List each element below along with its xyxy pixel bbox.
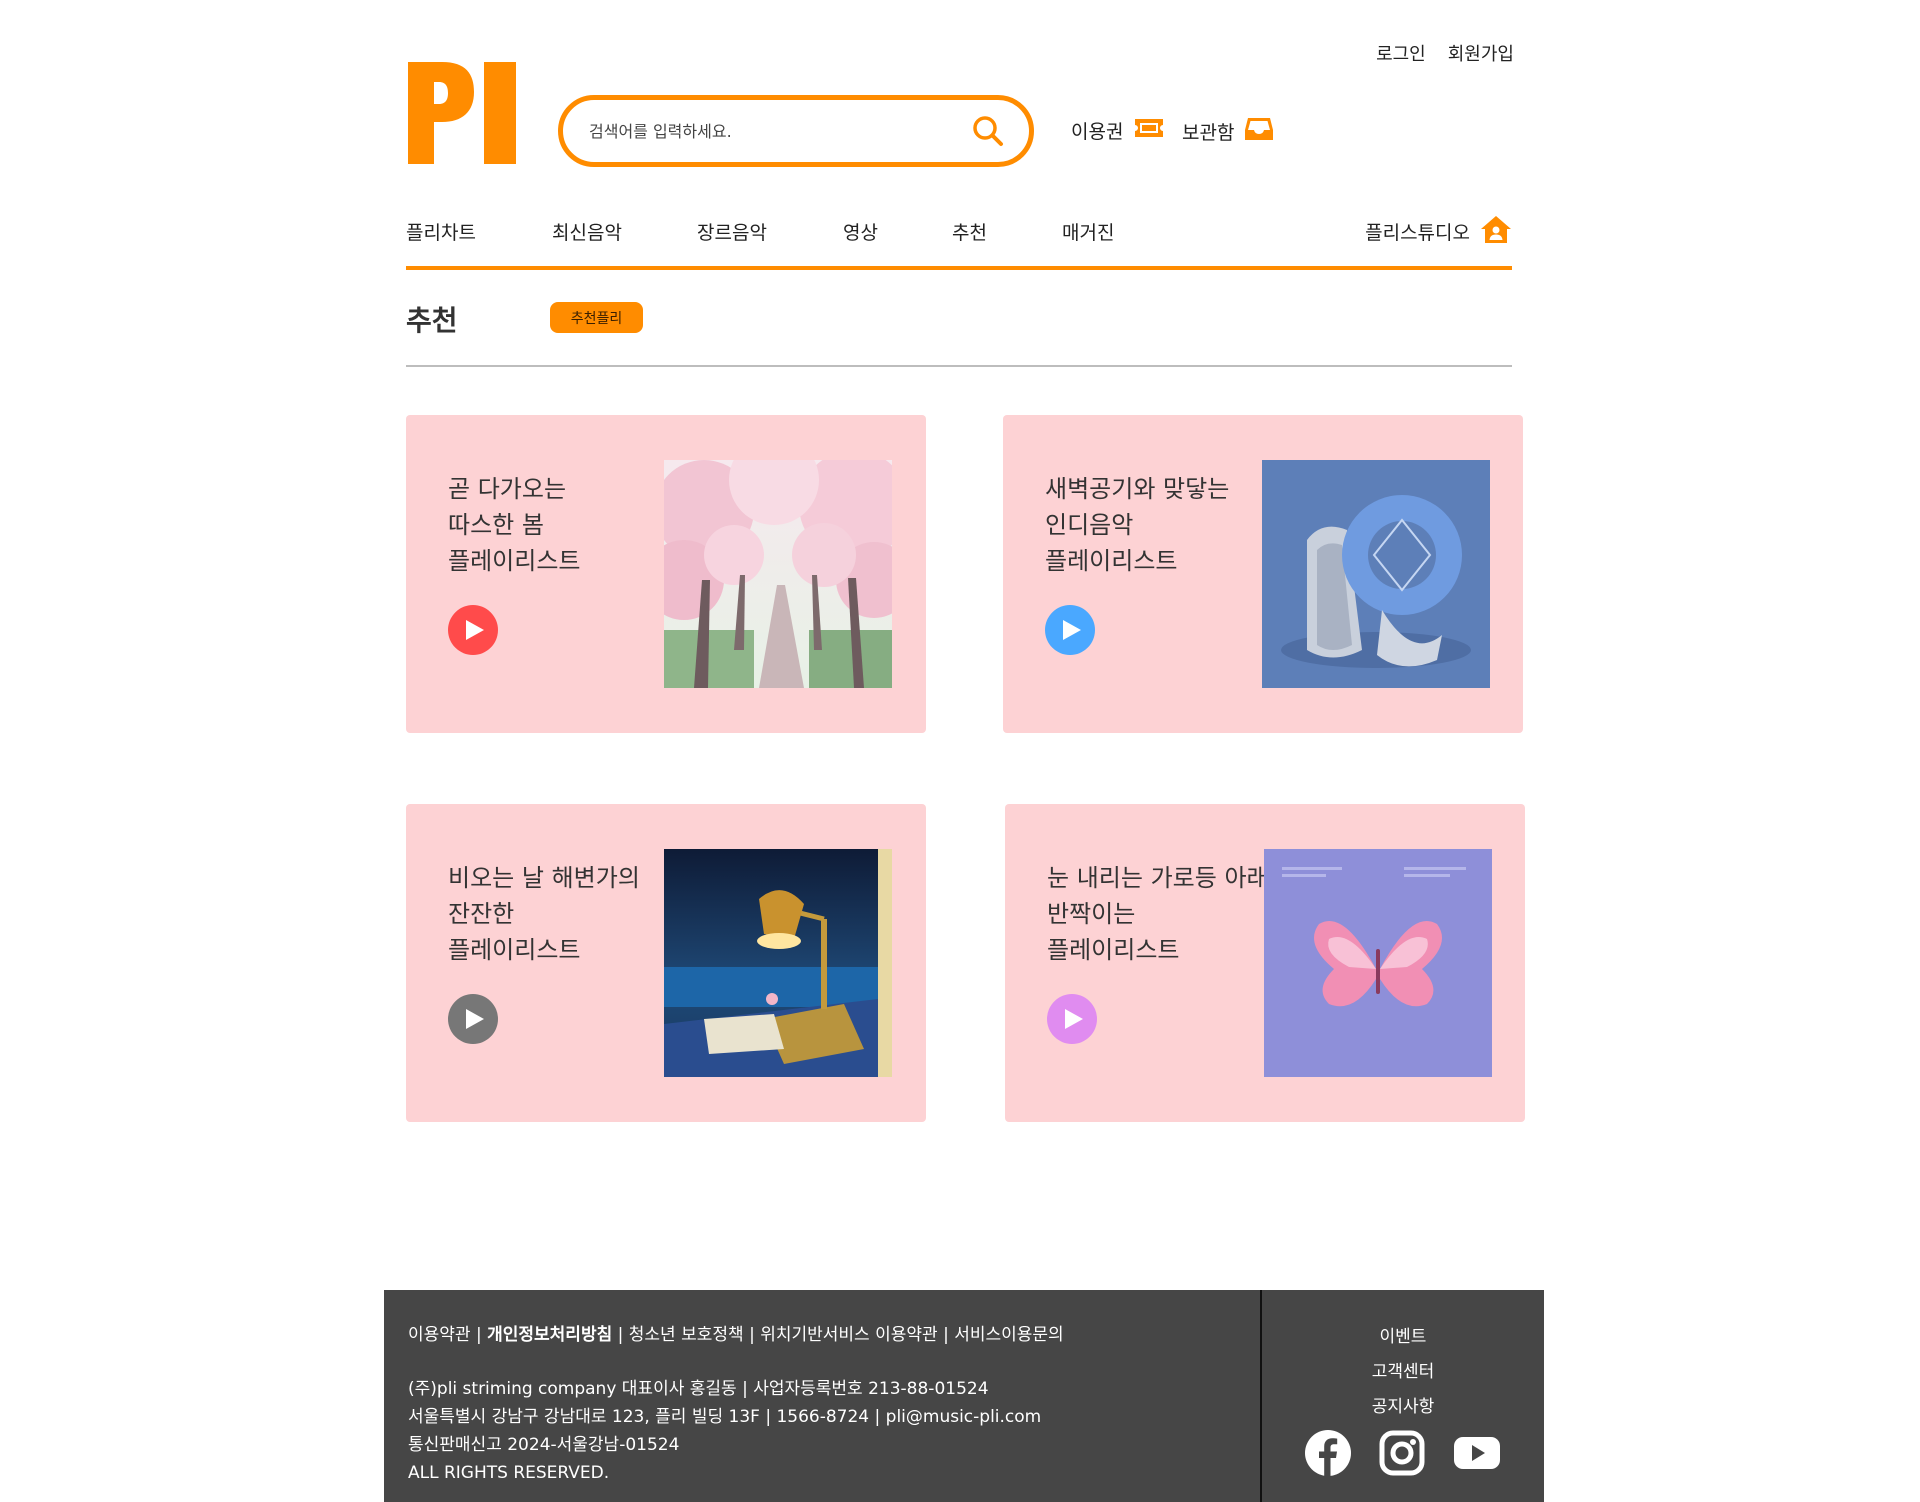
card-line: 비오는 날 해변가의 xyxy=(448,864,640,892)
home-user-icon xyxy=(1480,214,1512,249)
privacy-link-label: 개인정보처리방침 xyxy=(487,1325,613,1345)
section-badge[interactable]: 추천플리 xyxy=(550,302,643,333)
company-info-line: (주)pli striming company 대표이사 홍길동 | 사업자등록… xyxy=(408,1379,989,1399)
ticket-icon xyxy=(1133,116,1165,145)
footer-separator: | xyxy=(937,1325,955,1345)
nav-item-new-music[interactable]: 최신음악 xyxy=(552,218,622,245)
sculpture-album-art xyxy=(1262,460,1490,688)
card-text: 곧 다가오는 따스한 봄 플레이리스트 xyxy=(448,471,580,579)
pass-link[interactable]: 이용권 xyxy=(1071,116,1165,145)
nav-item-studio[interactable]: 플리스튜디오 xyxy=(1365,214,1512,249)
nav-item-chart[interactable]: 플리차트 xyxy=(406,218,476,245)
footer-separator: | xyxy=(743,1325,761,1345)
card-line: 인디음악 xyxy=(1045,511,1134,539)
youtube-icon[interactable] xyxy=(1453,1430,1501,1480)
playlist-card-indie[interactable]: 새벽공기와 맞닿는 인디음악 플레이리스트 xyxy=(1003,415,1523,733)
login-link[interactable]: 로그인 xyxy=(1376,40,1426,66)
event-link[interactable]: 이벤트 xyxy=(1262,1320,1544,1355)
card-text: 비오는 날 해변가의 잔잔한 플레이리스트 xyxy=(448,860,640,968)
search-icon[interactable] xyxy=(971,114,1005,148)
footer-links: 이용약관 | 개인정보처리방침 | 청소년 보호정책 | 위치기반서비스 이용약… xyxy=(408,1320,1064,1345)
card-line: 플레이리스트 xyxy=(1045,547,1178,575)
storage-link[interactable]: 보관함 xyxy=(1182,116,1274,147)
play-button[interactable] xyxy=(1047,994,1097,1044)
section-divider xyxy=(406,365,1512,367)
page: 로그인 회원가입 이용권 보관함 xyxy=(0,0,1920,1502)
social-links xyxy=(1262,1430,1544,1480)
play-button[interactable] xyxy=(1045,605,1095,655)
nav-item-recommend[interactable]: 추천 xyxy=(952,218,987,245)
section-title: 추천 xyxy=(406,304,458,337)
card-line: 반짝이는 xyxy=(1047,900,1136,928)
main-nav: 플리차트 최신음악 장르음악 영상 추천 매거진 플리스튜디오 xyxy=(406,206,1512,270)
company-info-line: 통신판매신고 2024-서울강남-01524 xyxy=(408,1435,680,1455)
customer-center-link[interactable]: 고객센터 xyxy=(1262,1355,1544,1390)
footer-separator: | xyxy=(612,1325,629,1345)
play-icon xyxy=(466,620,484,640)
footer-left: 이용약관 | 개인정보처리방침 | 청소년 보호정책 | 위치기반서비스 이용약… xyxy=(408,1320,1064,1487)
footer-separator: | xyxy=(470,1325,488,1345)
play-icon xyxy=(1065,1009,1083,1029)
search-bar xyxy=(558,95,1034,167)
card-line: 곧 다가오는 xyxy=(448,475,567,503)
site-footer: 이용약관 | 개인정보처리방침 | 청소년 보호정책 | 위치기반서비스 이용약… xyxy=(384,1290,1544,1502)
play-button[interactable] xyxy=(448,605,498,655)
terms-link[interactable]: 이용약관 xyxy=(408,1325,471,1345)
inbox-icon xyxy=(1244,116,1274,147)
card-text: 눈 내리는 가로등 아래 반짝이는 플레이리스트 xyxy=(1047,860,1269,968)
play-button[interactable] xyxy=(448,994,498,1044)
instagram-icon[interactable] xyxy=(1379,1430,1425,1480)
card-line: 잔잔한 xyxy=(448,900,515,928)
footer-right: 이벤트 고객센터 공지사항 xyxy=(1262,1320,1544,1425)
card-line: 따스한 봄 xyxy=(448,511,544,539)
top-links: 로그인 회원가입 xyxy=(1376,40,1514,66)
card-line: 플레이리스트 xyxy=(1047,936,1180,964)
nav-item-video[interactable]: 영상 xyxy=(843,218,878,245)
service-inquiry-link[interactable]: 서비스이용문의 xyxy=(954,1325,1063,1345)
privacy-link[interactable]: 개인정보처리방침 xyxy=(487,1325,612,1345)
lamp-album-art xyxy=(664,849,892,1077)
copyright: ALL RIGHTS RESERVED. xyxy=(408,1463,610,1483)
playlist-card-spring[interactable]: 곧 다가오는 따스한 봄 플레이리스트 xyxy=(406,415,926,733)
notice-link[interactable]: 공지사항 xyxy=(1262,1390,1544,1425)
pass-label: 이용권 xyxy=(1071,121,1124,143)
card-line: 새벽공기와 맞닿는 xyxy=(1045,475,1230,503)
location-terms-link[interactable]: 위치기반서비스 이용약관 xyxy=(760,1325,937,1345)
studio-label: 플리스튜디오 xyxy=(1365,222,1470,244)
search-input[interactable] xyxy=(589,121,971,141)
cherry-blossom-album-art xyxy=(664,460,892,688)
play-icon xyxy=(466,1009,484,1029)
signup-link[interactable]: 회원가입 xyxy=(1448,40,1514,66)
company-info: (주)pli striming company 대표이사 홍길동 | 사업자등록… xyxy=(408,1375,1064,1487)
youth-policy-link[interactable]: 청소년 보호정책 xyxy=(629,1325,744,1345)
nav-item-genre[interactable]: 장르음악 xyxy=(697,218,767,245)
storage-label: 보관함 xyxy=(1182,122,1235,144)
facebook-icon[interactable] xyxy=(1305,1430,1351,1480)
card-line: 플레이리스트 xyxy=(448,547,581,575)
card-text: 새벽공기와 맞닿는 인디음악 플레이리스트 xyxy=(1045,471,1229,579)
card-line: 플레이리스트 xyxy=(448,936,581,964)
playlist-card-butterfly[interactable]: 눈 내리는 가로등 아래 반짝이는 플레이리스트 xyxy=(1005,804,1525,1122)
playlist-card-beach[interactable]: 비오는 날 해변가의 잔잔한 플레이리스트 xyxy=(406,804,926,1122)
pi-logo[interactable] xyxy=(406,58,518,168)
card-line: 눈 내리는 가로등 아래 xyxy=(1047,864,1269,892)
company-info-line: 서울특별시 강남구 강남대로 123, 플리 빌딩 13F | 1566-872… xyxy=(408,1407,1042,1427)
play-icon xyxy=(1063,620,1081,640)
butterfly-album-art xyxy=(1264,849,1492,1077)
nav-item-magazine[interactable]: 매거진 xyxy=(1062,218,1114,245)
